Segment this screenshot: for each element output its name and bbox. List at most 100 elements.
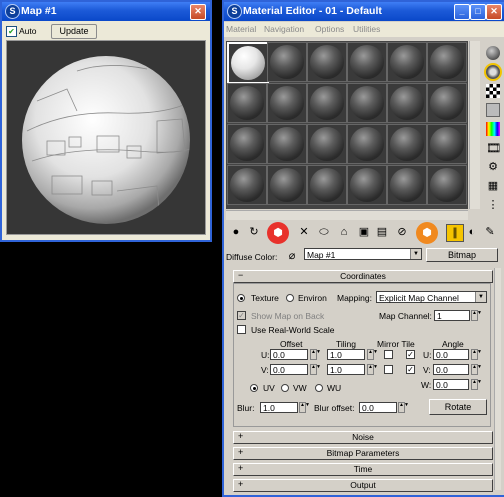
material-sample-slot[interactable] [427, 124, 467, 164]
u-tile-checkbox[interactable]: ✓ [406, 350, 415, 359]
maximize-icon[interactable]: □ [470, 4, 486, 20]
v-tile-checkbox[interactable]: ✓ [406, 365, 415, 374]
material-sample-slot[interactable] [227, 165, 267, 205]
map-channel-field[interactable]: 1 [434, 310, 470, 321]
background-icon[interactable] [486, 84, 500, 98]
material-sample-slot[interactable] [347, 83, 387, 123]
blur-spinner[interactable]: ▲▼ [299, 402, 310, 413]
v-angle-spinner[interactable]: ▲▼ [471, 364, 482, 375]
v-tiling-spinner[interactable]: ▲▼ [367, 364, 378, 375]
make-preview-icon[interactable]: 🎞 [486, 141, 501, 155]
material-sample-slot[interactable] [387, 165, 427, 205]
v-offset-field[interactable]: 0.0 [270, 364, 308, 375]
assign-material-icon[interactable]: ⬢ [267, 222, 289, 244]
environ-radio[interactable] [286, 294, 294, 302]
select-by-material-icon[interactable]: ▦ [486, 179, 500, 193]
rollout-scrollbar[interactable] [494, 268, 501, 490]
material-sample-slot[interactable] [387, 124, 427, 164]
u-offset-spinner[interactable]: ▲▼ [310, 349, 321, 360]
pick-material-icon[interactable]: ✎ [482, 224, 498, 240]
material-sample-slot[interactable] [227, 83, 267, 123]
menu-options[interactable]: Options [315, 24, 344, 34]
blur-offset-spinner[interactable]: ▲▼ [398, 402, 409, 413]
u-tiling-spinner[interactable]: ▲▼ [367, 349, 378, 360]
show-end-result-icon[interactable]: ⊘ [394, 224, 410, 240]
auto-checkbox[interactable]: ✔ [6, 26, 17, 37]
get-material-icon[interactable]: ● [228, 224, 244, 240]
material-sample-slot[interactable] [267, 42, 307, 82]
close-icon[interactable]: ✕ [486, 4, 502, 20]
w-angle-field[interactable]: 0.0 [433, 379, 469, 390]
material-navigator-icon[interactable]: ⋮ [486, 198, 500, 212]
material-sample-slot[interactable] [427, 83, 467, 123]
v-offset-spinner[interactable]: ▲▼ [310, 364, 321, 375]
uv-radio[interactable] [250, 384, 258, 392]
material-sample-slot[interactable] [267, 165, 307, 205]
material-sample-slot[interactable] [387, 83, 427, 123]
menu-utilities[interactable]: Utilities [353, 24, 380, 34]
put-to-library-icon[interactable]: ⌂ [336, 224, 352, 240]
material-sample-slot[interactable] [267, 124, 307, 164]
v-angle-field[interactable]: 0.0 [433, 364, 469, 375]
menu-material[interactable]: Material [226, 24, 256, 34]
u-offset-field[interactable]: 0.0 [270, 349, 308, 360]
sample-type-icon[interactable] [486, 46, 500, 60]
material-sample-slot[interactable] [267, 83, 307, 123]
time-rollout-header[interactable]: + Time [233, 463, 493, 476]
material-sample-slot[interactable] [307, 42, 347, 82]
material-editor-titlebar[interactable]: S Material Editor - 01 - Default _ □ ✕ [224, 2, 504, 21]
options-icon[interactable]: ⚙ [486, 160, 500, 174]
material-sample-slot[interactable] [227, 124, 267, 164]
material-sample-slot[interactable] [227, 42, 269, 84]
material-sample-slot[interactable] [347, 124, 387, 164]
blur-field[interactable]: 1.0 [260, 402, 298, 413]
slots-vertical-scrollbar[interactable] [469, 41, 480, 209]
slots-horizontal-scrollbar[interactable] [226, 210, 468, 220]
u-angle-field[interactable]: 0.0 [433, 349, 469, 360]
material-sample-slot[interactable] [387, 42, 427, 82]
reset-map-icon[interactable]: ✕ [296, 224, 312, 240]
show-map-on-back-checkbox[interactable]: ✓ [237, 311, 246, 320]
rotate-button[interactable]: Rotate [429, 399, 487, 415]
w-angle-spinner[interactable]: ▲▼ [471, 379, 482, 390]
make-unique-icon[interactable]: ⬭ [316, 224, 332, 240]
mapping-dropdown-icon[interactable]: ▼ [475, 292, 486, 302]
map-type-button[interactable]: Bitmap [426, 248, 498, 262]
u-angle-spinner[interactable]: ▲▼ [471, 349, 482, 360]
close-icon[interactable]: ✕ [190, 4, 206, 20]
v-mirror-checkbox[interactable] [384, 365, 393, 374]
v-tiling-field[interactable]: 1.0 [327, 364, 365, 375]
show-map-in-viewport-icon[interactable]: ▤ [374, 224, 390, 240]
bitmap-parameters-rollout-header[interactable]: + Bitmap Parameters [233, 447, 493, 460]
material-sample-slot[interactable] [307, 124, 347, 164]
material-sample-slot[interactable] [427, 165, 467, 205]
vw-radio[interactable] [281, 384, 289, 392]
use-real-world-scale-checkbox[interactable] [237, 325, 246, 334]
backlight-icon[interactable] [486, 65, 500, 79]
material-effects-channel-icon[interactable]: ▣ [356, 224, 372, 240]
go-forward-to-sibling-icon[interactable]: ◐ [464, 224, 480, 240]
map-channel-spinner[interactable]: ▲▼ [471, 310, 482, 321]
video-color-check-icon[interactable] [486, 122, 500, 136]
noise-rollout-header[interactable]: + Noise [233, 431, 493, 444]
coordinates-rollout-header[interactable]: − Coordinates [233, 270, 493, 283]
material-sample-slot[interactable] [307, 165, 347, 205]
material-sample-slot[interactable] [347, 165, 387, 205]
minimize-icon[interactable]: _ [454, 4, 470, 20]
update-button[interactable]: Update [51, 24, 97, 39]
u-mirror-checkbox[interactable] [384, 350, 393, 359]
menu-navigation[interactable]: Navigation [264, 24, 304, 34]
u-tiling-field[interactable]: 1.0 [327, 349, 365, 360]
material-sample-slot[interactable] [307, 83, 347, 123]
texture-radio[interactable] [237, 294, 245, 302]
map-name-field[interactable]: Map #1 ▼ [304, 248, 422, 260]
show-map-highlight-icon[interactable]: ⬢ [416, 222, 438, 244]
material-sample-slot[interactable] [427, 42, 467, 82]
map-window-titlebar[interactable]: S Map #1 ✕ [2, 2, 210, 21]
blur-offset-field[interactable]: 0.0 [359, 402, 397, 413]
map-name-dropdown-icon[interactable]: ▼ [410, 249, 421, 259]
eyedropper-icon[interactable]: ⌀ [284, 248, 300, 264]
output-rollout-header[interactable]: + Output [233, 479, 493, 492]
mapping-dropdown[interactable]: Explicit Map Channel ▼ [376, 291, 487, 303]
go-to-parent-icon[interactable]: ∥ [446, 224, 464, 242]
